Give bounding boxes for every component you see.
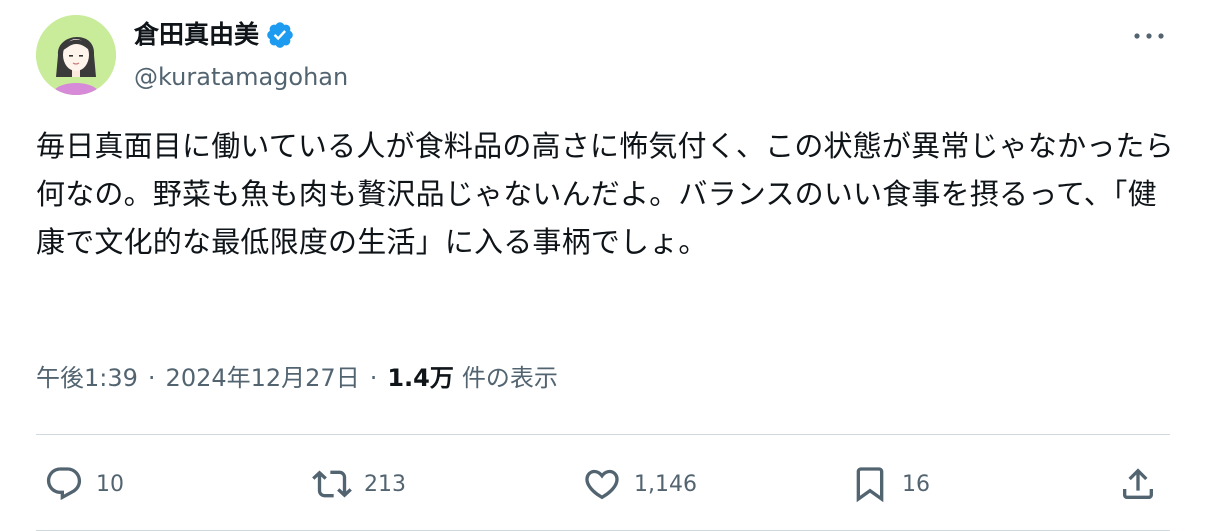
- share-icon: [1123, 468, 1153, 499]
- like-count: 1,146: [634, 471, 697, 497]
- views-count: 1.4万: [387, 364, 454, 392]
- bookmark-count: 16: [902, 471, 930, 497]
- reply-count: 10: [96, 471, 124, 497]
- display-name[interactable]: 倉田真由美: [134, 18, 259, 52]
- bookmark-icon: [856, 467, 884, 503]
- verified-badge-icon[interactable]: [265, 20, 295, 50]
- author-handle[interactable]: @kuratamagohan: [134, 60, 348, 94]
- bookmark-button[interactable]: 16: [850, 462, 930, 506]
- retweet-button[interactable]: 213: [312, 462, 406, 506]
- meta-separator: ·: [369, 364, 378, 392]
- tweet-card: 倉田真由美 @kuratamagohan 毎日真面目に働いている人が食料品の高さ…: [0, 0, 1217, 531]
- retweet-icon: [312, 470, 352, 498]
- more-horizontal-icon: [1134, 33, 1164, 39]
- tweet-date[interactable]: 2024年12月27日: [166, 358, 360, 398]
- tweet-time[interactable]: 午後1:39: [36, 358, 138, 398]
- retweet-count: 213: [364, 471, 406, 497]
- reply-button[interactable]: 10: [44, 462, 124, 506]
- more-options-button[interactable]: [1128, 22, 1170, 50]
- meta-separator: ·: [147, 364, 156, 392]
- author-name-row: 倉田真由美: [134, 18, 295, 52]
- avatar[interactable]: [36, 15, 116, 95]
- divider: [36, 434, 1170, 435]
- share-button[interactable]: [1118, 462, 1158, 506]
- heart-icon: [585, 469, 619, 500]
- views-label: 件の表示: [461, 364, 558, 392]
- tweet-text: 毎日真面目に働いている人が食料品の高さに怖気付く、この状態が異常じゃなかったら何…: [36, 129, 1174, 259]
- avatar-illustration-icon: [36, 15, 116, 95]
- reply-icon: [46, 467, 82, 501]
- like-button[interactable]: 1,146: [582, 462, 697, 506]
- tweet-meta: 午後1:39 · 2024年12月27日 · 1.4万 件の表示: [36, 358, 558, 398]
